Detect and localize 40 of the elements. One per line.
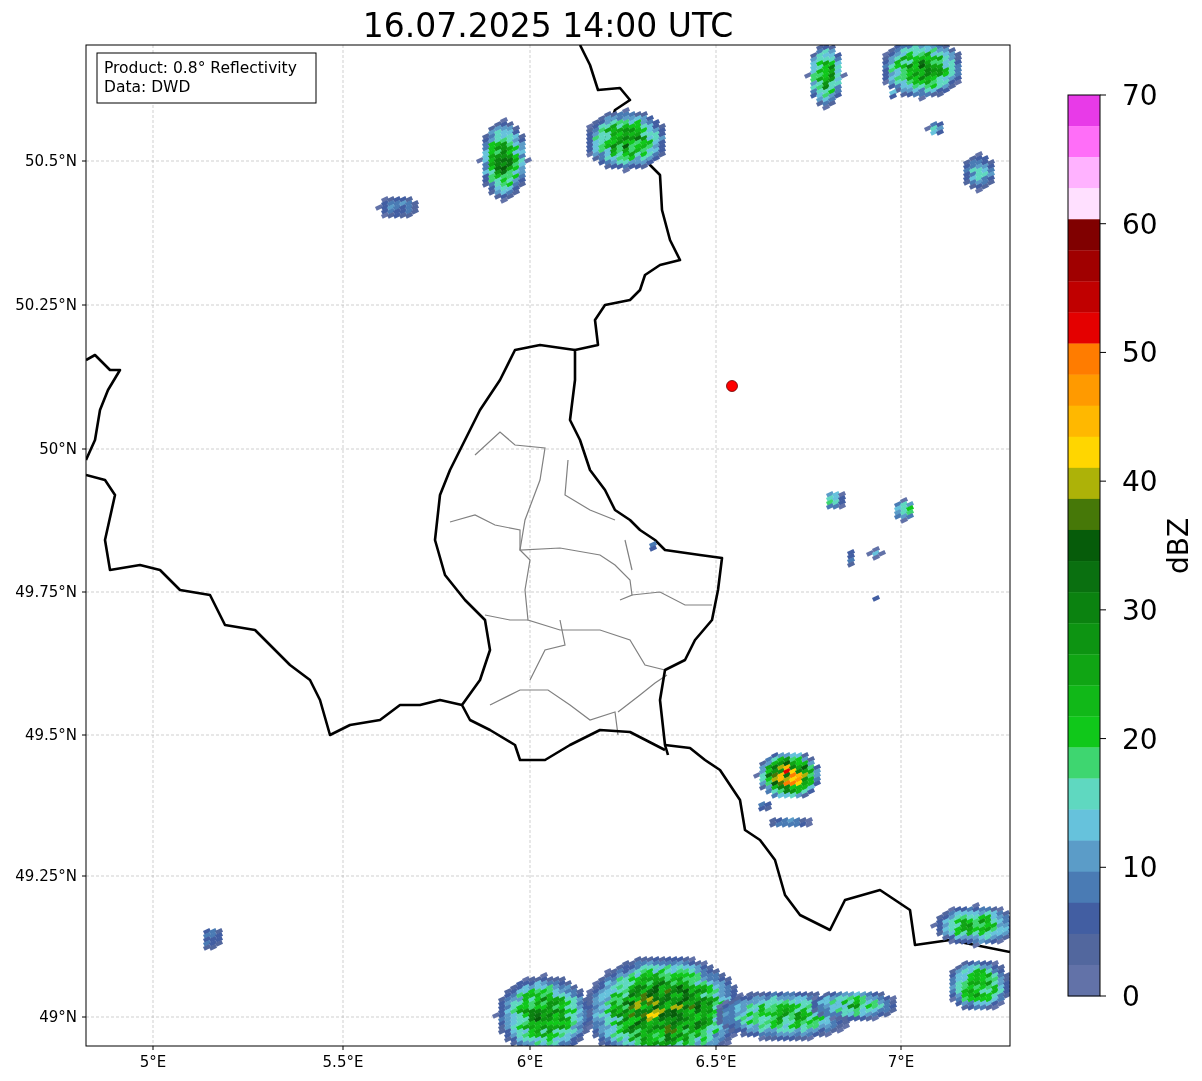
axis-tick-label: 7°E [887, 1053, 915, 1071]
axis-tick-label: 49.75°N [15, 583, 77, 601]
colorbar-tick-label: 20 [1122, 722, 1158, 756]
radar-echo [649, 541, 658, 552]
station-marker [726, 380, 738, 392]
radar-echo [872, 595, 881, 602]
axis-tick-label: 6°E [516, 1053, 544, 1071]
radar-echo [375, 196, 420, 219]
axis-tick-label: 5°E [139, 1053, 167, 1071]
colorbar-tick-label: 30 [1122, 593, 1158, 627]
radar-echo [804, 45, 849, 111]
colorbar-tick-label: 0 [1122, 980, 1140, 1013]
colorbar-tick-label: 50 [1122, 336, 1158, 370]
colorbar-label: dBZ [1162, 517, 1195, 575]
axis-tick-label: 50.25°N [15, 296, 77, 314]
axis-tick-label: 5.5°E [322, 1053, 364, 1071]
radar-echo [203, 928, 224, 951]
axis-tick-label: 49.5°N [24, 726, 77, 744]
legend-text: Data: DWD [104, 78, 191, 96]
radar-echo [924, 121, 945, 136]
chart-title: 16.07.2025 14:00 UTC [362, 6, 734, 45]
radar-echo [758, 801, 773, 812]
radar-echo [866, 546, 887, 561]
axis-tick-label: 49°N [39, 1008, 77, 1026]
radar-echo [894, 497, 915, 524]
colorbar-tick-label: 70 [1122, 79, 1158, 112]
radar-echo [753, 752, 822, 799]
axis-tick-label: 6.5°E [695, 1053, 737, 1071]
radar-echo [826, 491, 847, 510]
colorbar-tick-label: 40 [1122, 465, 1158, 499]
axis-tick-label: 50.5°N [24, 152, 77, 170]
colorbar-tick-label: 60 [1122, 207, 1158, 241]
legend-text: Product: 0.8° Reflectivity [104, 59, 297, 77]
colorbar-tick-label: 10 [1122, 851, 1158, 885]
radar-echo [949, 960, 1010, 1011]
radar-echo [847, 549, 856, 568]
radar-echo [769, 817, 814, 828]
axis-tick-label: 50°N [39, 440, 77, 458]
axis-tick-label: 49.25°N [15, 867, 77, 885]
radar-echo [963, 151, 996, 194]
